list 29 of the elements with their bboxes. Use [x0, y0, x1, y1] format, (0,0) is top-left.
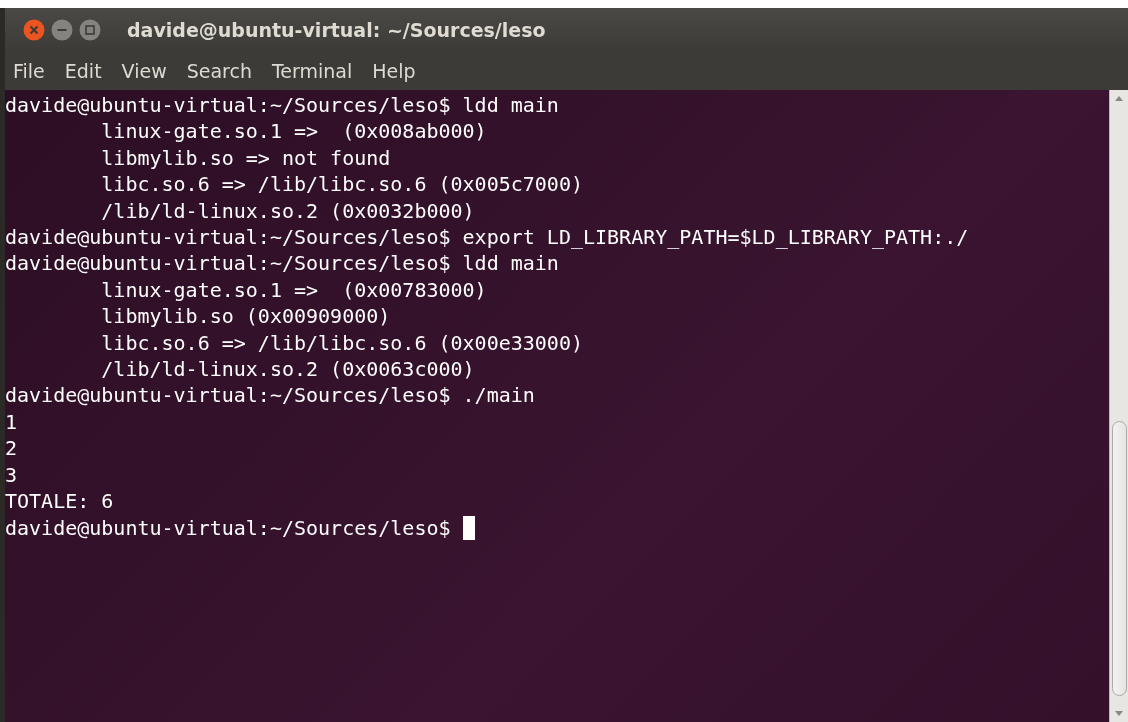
terminal-line: libc.so.6 => /lib/libc.so.6 (0x005c7000)	[100, 172, 583, 197]
maximize-icon[interactable]	[79, 18, 101, 41]
terminal-line: davide@ubuntu-virtual:~/Sources/leso$ export LD_LIBRARY_PATH=$LD_LIBRARY_PATH:./	[5, 225, 969, 250]
terminal-line: libmylib.so (0x00909000)	[100, 304, 391, 329]
terminal-line: /lib/ld-linux.so.2 (0x0032b000)	[100, 198, 475, 223]
terminal-line: 2	[5, 436, 18, 461]
terminal-line: /lib/ld-linux.so.2 (0x0063c000)	[100, 357, 475, 382]
menu-item[interactable]: Edit	[64, 59, 102, 82]
terminal-line: davide@ubuntu-virtual:~/Sources/leso$ ldd main	[5, 93, 559, 117]
terminal-line: TOTALE: 6	[5, 489, 114, 514]
menu-item[interactable]: File	[13, 59, 45, 82]
menu-item[interactable]: Help	[372, 59, 416, 82]
terminal-line: linux-gate.so.1 => (0x00783000)	[100, 277, 487, 302]
window-title: davide@ubuntu-virtual: ~/Sources/leso	[127, 18, 546, 41]
terminal-line: libc.so.6 => /lib/libc.so.6 (0x00e33000)	[100, 330, 583, 355]
terminal-line: libmylib.so => not found	[100, 145, 391, 170]
minimize-icon[interactable]	[51, 18, 73, 41]
terminal-line: linux-gate.so.1 => (0x008ab000)	[100, 119, 487, 144]
menu-item[interactable]: View	[121, 59, 167, 82]
close-icon[interactable]	[23, 18, 45, 41]
terminal-line: davide@ubuntu-virtual:~/Sources/leso$ ldd main	[5, 251, 559, 276]
menu-item[interactable]: Terminal	[271, 59, 353, 82]
terminal-line: 1	[5, 409, 18, 434]
terminal-line: 3	[5, 462, 18, 487]
scroll-down-icon[interactable]	[1114, 710, 1124, 718]
terminal-line: davide@ubuntu-virtual:~/Sources/leso$	[5, 515, 452, 540]
scroll-up-icon[interactable]	[1114, 94, 1124, 102]
menu-item[interactable]: Search	[186, 59, 252, 82]
terminal-line: davide@ubuntu-virtual:~/Sources/leso$ ./main	[5, 383, 535, 408]
